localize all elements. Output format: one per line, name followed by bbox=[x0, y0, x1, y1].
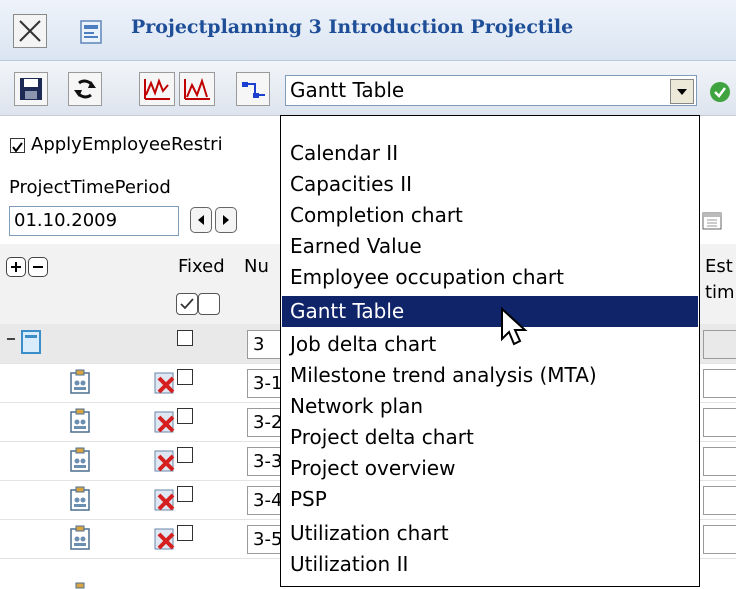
dropdown-item-gantt-table[interactable]: Gantt Table bbox=[282, 296, 698, 327]
estimated-time-cell[interactable] bbox=[703, 369, 736, 398]
fixed-checkbox[interactable] bbox=[177, 486, 193, 502]
estimated-time-cell[interactable] bbox=[703, 486, 736, 515]
start-date-value: 01.10.2009 bbox=[14, 210, 118, 231]
estimated-time-cell[interactable] bbox=[703, 525, 736, 554]
collapse-row-icon[interactable] bbox=[6, 334, 16, 344]
dropdown-item-project-delta-chart[interactable]: Project delta chart bbox=[282, 422, 698, 453]
network-plan-icon bbox=[242, 82, 265, 98]
check-circle-icon[interactable] bbox=[709, 81, 731, 103]
project-time-period-label: ProjectTimePeriod bbox=[9, 177, 171, 198]
refresh-button[interactable] bbox=[68, 72, 102, 106]
number-column-header: Nu bbox=[244, 256, 269, 277]
view-select[interactable]: Gantt Table bbox=[285, 75, 697, 106]
arrow-left-icon bbox=[198, 215, 204, 225]
checkmark-icon bbox=[180, 298, 194, 310]
calendar-icon[interactable] bbox=[701, 210, 723, 232]
mouse-cursor-icon bbox=[501, 307, 528, 346]
save-button[interactable] bbox=[14, 72, 48, 106]
task-icon bbox=[70, 369, 90, 394]
apply-employee-restriction-label: ApplyEmployeeRestri bbox=[31, 134, 223, 155]
fixed-checkbox[interactable] bbox=[177, 447, 193, 463]
dropdown-item-calendar-ii[interactable]: Calendar II bbox=[282, 138, 698, 169]
dropdown-item-employee-occupation-chart[interactable]: Employee occupation chart bbox=[282, 262, 698, 293]
collapse-all-button[interactable] bbox=[28, 257, 48, 277]
dropdown-item-milestone-trend-analysis[interactable]: Milestone trend analysis (MTA) bbox=[282, 360, 698, 391]
view-select-toggle[interactable] bbox=[670, 79, 694, 104]
dropdown-item-capacities-ii[interactable]: Capacities II bbox=[282, 169, 698, 200]
fixed-checkbox[interactable] bbox=[177, 408, 193, 424]
dropdown-item-utilization-chart[interactable]: Utilization chart bbox=[282, 518, 698, 549]
network-button[interactable] bbox=[236, 72, 270, 106]
dropdown-item-psp[interactable]: PSP bbox=[282, 484, 698, 515]
apply-employee-restriction-checkbox[interactable] bbox=[10, 138, 25, 153]
task-icon bbox=[70, 447, 90, 472]
chart-button-2[interactable] bbox=[179, 72, 215, 106]
project-icon bbox=[21, 330, 41, 354]
plus-icon bbox=[11, 262, 21, 272]
delete-icon[interactable] bbox=[153, 408, 177, 434]
close-button[interactable] bbox=[13, 14, 47, 48]
checkmark-icon bbox=[12, 142, 23, 153]
delta-chart-icon bbox=[184, 77, 210, 100]
dropdown-item-project-overview[interactable]: Project overview bbox=[282, 453, 698, 484]
task-icon bbox=[75, 582, 85, 589]
arrow-right-icon bbox=[223, 215, 229, 225]
estimated-time-cell[interactable] bbox=[703, 447, 736, 476]
estimated-time-header-line1: Est bbox=[705, 256, 733, 277]
dropdown-item-job-delta-chart[interactable]: Job delta chart bbox=[282, 329, 698, 360]
floppy-disk-icon bbox=[20, 78, 42, 100]
task-icon bbox=[70, 486, 90, 511]
delete-icon[interactable] bbox=[153, 525, 177, 551]
estimated-time-header-line2: tim bbox=[705, 282, 735, 303]
dropdown-item-utilization-ii[interactable]: Utilization II bbox=[282, 549, 698, 580]
line-chart-icon bbox=[144, 78, 170, 100]
estimated-time-cell[interactable] bbox=[703, 330, 736, 359]
close-icon bbox=[19, 20, 41, 42]
window-title: Projectplanning 3 Introduction Projectil… bbox=[131, 16, 574, 38]
refresh-icon bbox=[74, 79, 96, 99]
select-all-fixed-button[interactable] bbox=[176, 293, 198, 315]
fixed-checkbox[interactable] bbox=[177, 369, 193, 385]
deselect-all-fixed-button[interactable] bbox=[198, 293, 220, 315]
expand-all-button[interactable] bbox=[6, 257, 26, 277]
delete-icon[interactable] bbox=[153, 447, 177, 473]
view-dropdown-list[interactable]: Calendar II Capacities II Completion cha… bbox=[280, 115, 700, 587]
dropdown-item-completion-chart[interactable]: Completion chart bbox=[282, 200, 698, 231]
document-icon bbox=[80, 20, 102, 44]
task-icon bbox=[70, 408, 90, 433]
view-select-value: Gantt Table bbox=[290, 78, 405, 102]
chevron-down-icon bbox=[677, 89, 687, 95]
delete-icon[interactable] bbox=[153, 369, 177, 395]
fixed-checkbox[interactable] bbox=[177, 330, 193, 346]
dropdown-item-earned-value[interactable]: Earned Value bbox=[282, 231, 698, 262]
dropdown-item-network-plan[interactable]: Network plan bbox=[282, 391, 698, 422]
chart-button-1[interactable] bbox=[139, 72, 175, 106]
task-icon bbox=[70, 525, 90, 550]
minus-icon bbox=[33, 266, 43, 268]
fixed-checkbox[interactable] bbox=[177, 525, 193, 541]
date-next-button[interactable] bbox=[215, 207, 237, 233]
fixed-column-header: Fixed bbox=[178, 256, 225, 277]
estimated-time-cell[interactable] bbox=[703, 408, 736, 437]
date-prev-button[interactable] bbox=[190, 207, 212, 233]
delete-icon[interactable] bbox=[153, 486, 177, 512]
start-date-input[interactable]: 01.10.2009 bbox=[9, 206, 179, 236]
